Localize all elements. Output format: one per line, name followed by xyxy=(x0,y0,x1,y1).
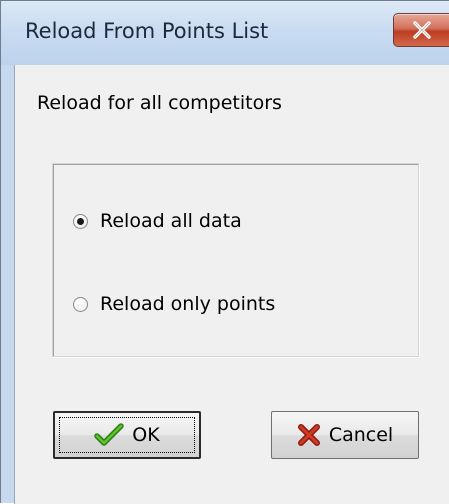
radio-reload-all-data[interactable]: Reload all data xyxy=(73,210,242,232)
radio-button-unchecked[interactable] xyxy=(73,296,88,312)
x-mark-icon xyxy=(297,423,321,447)
radio-label-reload-only-points[interactable]: Reload only points xyxy=(100,293,275,315)
close-icon xyxy=(413,21,431,39)
reload-options-group xyxy=(52,163,419,357)
cancel-button[interactable]: Cancel xyxy=(271,411,419,459)
radio-reload-only-points[interactable]: Reload only points xyxy=(73,293,275,315)
focus-rectangle xyxy=(59,417,195,453)
radio-button-checked[interactable] xyxy=(73,213,88,229)
cancel-button-label: Cancel xyxy=(328,424,394,446)
radio-dot xyxy=(77,217,84,225)
dialog-window: Reload From Points List Reload for all c… xyxy=(0,0,449,504)
info-label: Reload for all competitors xyxy=(37,92,282,114)
radio-label-reload-all-data[interactable]: Reload all data xyxy=(100,210,242,232)
window-title: Reload From Points List xyxy=(25,19,269,43)
title-bar[interactable]: Reload From Points List xyxy=(1,1,449,65)
ok-button[interactable]: OK xyxy=(53,411,201,459)
close-button[interactable] xyxy=(393,13,449,47)
